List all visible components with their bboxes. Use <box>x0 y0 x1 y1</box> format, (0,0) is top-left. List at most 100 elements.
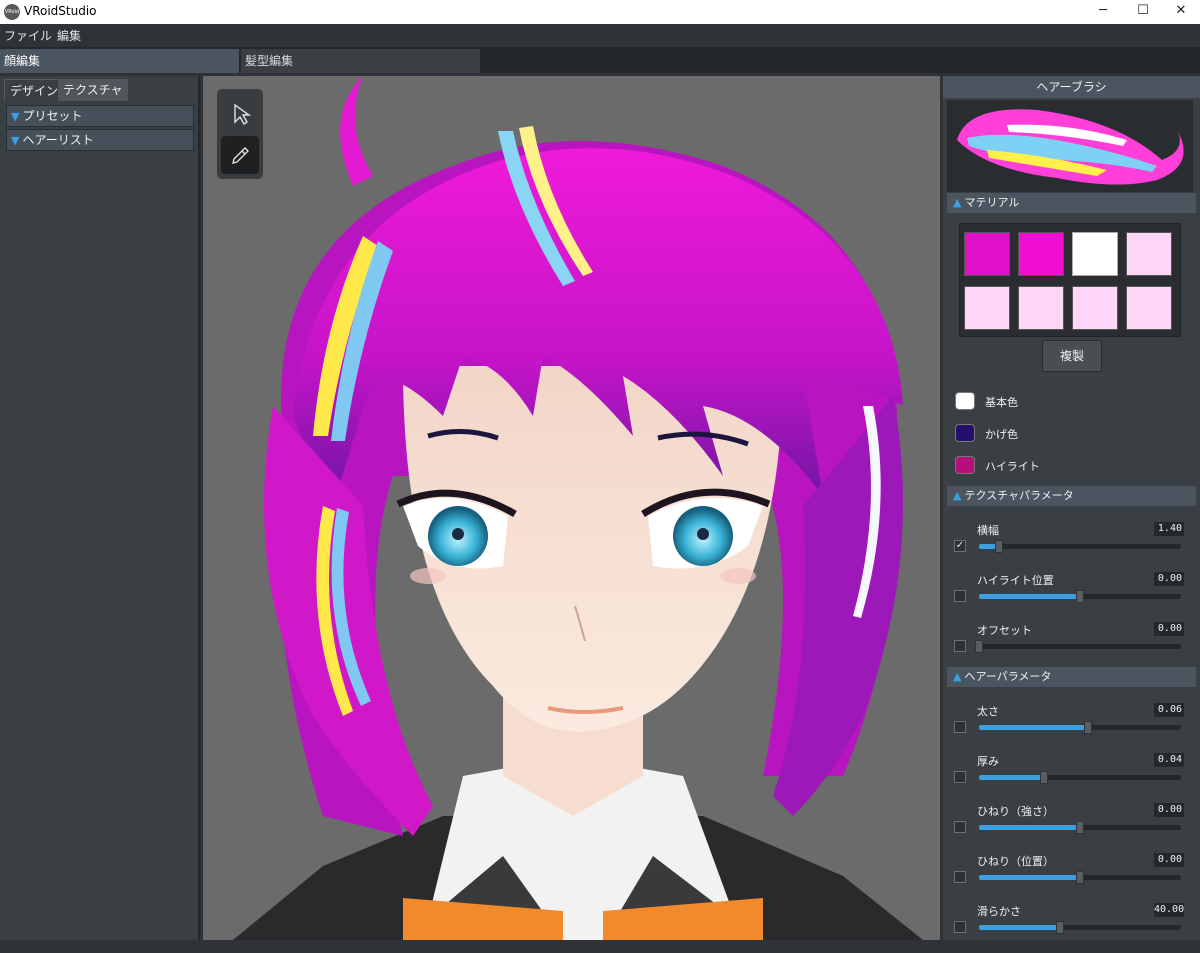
param-slider-fill <box>979 594 1080 599</box>
param-checkbox[interactable] <box>954 721 966 733</box>
param-value-field[interactable]: 1.40 <box>1154 522 1184 536</box>
param-checkbox[interactable] <box>954 771 966 783</box>
left-panel: デザイン テクスチャ ▼ プリセット ▼ ヘアーリスト <box>0 76 200 940</box>
section-presets[interactable]: ▼ プリセット <box>6 105 194 127</box>
section-texture-params-label: テクスチャパラメータ <box>964 489 1074 502</box>
param-value-field[interactable]: 0.00 <box>1154 572 1184 586</box>
hair-brush-header: ヘアーブラシ <box>943 76 1200 98</box>
param-value-field[interactable]: 0.00 <box>1154 853 1184 867</box>
window-title: VRoidStudio <box>24 4 97 18</box>
section-presets-label: プリセット <box>22 109 83 123</box>
mode-tab-bar: 顔編集 髪型編集 <box>0 47 1200 73</box>
tab-design[interactable]: デザイン <box>4 79 65 101</box>
param-slider-handle[interactable] <box>1055 921 1064 934</box>
param-slider[interactable] <box>979 871 1181 884</box>
material-swatch-4[interactable] <box>1126 232 1172 276</box>
material-swatch-3[interactable] <box>1072 232 1118 276</box>
section-texture-params[interactable]: ▲ テクスチャパラメータ <box>947 486 1196 506</box>
param-label: ハイライト位置 <box>977 574 1054 587</box>
param-checkbox[interactable] <box>954 821 966 833</box>
param-checkbox[interactable] <box>954 921 966 933</box>
hair-brush-thumbnail <box>957 109 1184 185</box>
shade-color-chip[interactable] <box>955 424 975 442</box>
menu-edit[interactable]: 編集 <box>57 27 81 44</box>
menu-bar: ファイル 編集 <box>0 24 1200 46</box>
app-icon: VRoid <box>4 4 20 20</box>
section-hair-list[interactable]: ▼ ヘアーリスト <box>6 129 194 151</box>
texture-param-row: ✓ 横幅 1.40 <box>943 522 1200 572</box>
param-slider-handle[interactable] <box>1076 871 1084 884</box>
pencil-icon <box>232 147 249 164</box>
material-swatch-5[interactable] <box>964 286 1010 330</box>
param-slider-handle[interactable] <box>1084 721 1093 734</box>
param-slider[interactable] <box>979 540 1181 553</box>
param-slider-fill <box>979 775 1044 780</box>
material-swatch-grid <box>959 223 1181 337</box>
3d-viewport[interactable] <box>203 76 940 940</box>
param-slider-handle[interactable] <box>975 640 983 653</box>
param-slider-handle[interactable] <box>995 540 1004 553</box>
menu-file[interactable]: ファイル <box>4 27 52 44</box>
duplicate-material-button[interactable]: 複製 <box>1042 340 1102 372</box>
param-label: 滑らかさ <box>977 905 1021 918</box>
highlight-color-label: ハイライト <box>985 460 1040 473</box>
section-material-label: マテリアル <box>964 196 1020 209</box>
brush-tool-button[interactable] <box>221 136 259 174</box>
param-label: 横幅 <box>977 524 999 537</box>
base-color-chip[interactable] <box>955 392 975 410</box>
param-slider[interactable] <box>979 771 1181 784</box>
cursor-arrow-icon <box>234 103 252 125</box>
param-value-field[interactable]: 0.06 <box>1154 703 1184 717</box>
tool-palette <box>217 89 263 179</box>
param-slider[interactable] <box>975 640 1181 653</box>
tab-hair-edit[interactable]: 髪型編集 <box>241 49 480 73</box>
param-value-field[interactable]: 0.00 <box>1154 803 1184 817</box>
collapse-triangle-icon: ▲ <box>953 670 962 683</box>
param-slider[interactable] <box>979 921 1181 934</box>
title-bar: VRoid VRoidStudio ─ ☐ ✕ <box>0 0 1200 24</box>
param-checkbox[interactable] <box>954 640 966 652</box>
material-swatch-1[interactable] <box>964 232 1010 276</box>
hair-param-row: ひねり（位置） 0.00 <box>943 853 1200 903</box>
material-swatch-2[interactable] <box>1018 232 1064 276</box>
param-label: 厚み <box>977 755 999 768</box>
section-hair-params-label: ヘアーパラメータ <box>964 670 1052 683</box>
expand-triangle-icon: ▼ <box>11 134 20 147</box>
material-swatch-6[interactable] <box>1018 286 1064 330</box>
hair-brush-preview[interactable] <box>947 100 1193 192</box>
section-hair-params[interactable]: ▲ ヘアーパラメータ <box>947 667 1196 687</box>
status-bar <box>0 940 1200 947</box>
highlight-color-chip[interactable] <box>955 456 975 474</box>
texture-param-row: オフセット 0.00 <box>943 622 1200 672</box>
param-checkbox[interactable]: ✓ <box>954 540 966 552</box>
param-slider-fill <box>979 725 1089 730</box>
param-checkbox[interactable] <box>954 871 966 883</box>
section-material[interactable]: ▲ マテリアル <box>947 193 1196 213</box>
param-label: ひねり（強さ） <box>977 805 1054 818</box>
param-slider-handle[interactable] <box>1039 771 1048 784</box>
collapse-triangle-icon: ▲ <box>953 489 962 502</box>
param-slider-fill <box>979 825 1080 830</box>
tab-face-edit[interactable]: 顔編集 <box>0 49 239 73</box>
material-swatch-7[interactable] <box>1072 286 1118 330</box>
texture-param-row: ハイライト位置 0.00 <box>943 572 1200 622</box>
param-value-field[interactable]: 0.00 <box>1154 622 1184 636</box>
right-panel: ヘアーブラシ ▲ マテリアル 複製 基本色 かげ色 ハイライト ▲ テクスチャパラメ… <box>943 76 1200 940</box>
param-slider-handle[interactable] <box>1076 821 1084 834</box>
param-value-field[interactable]: 0.04 <box>1154 753 1184 767</box>
param-label: オフセット <box>977 624 1032 637</box>
param-slider[interactable] <box>979 821 1181 834</box>
select-tool-button[interactable] <box>221 94 259 132</box>
param-slider[interactable] <box>979 590 1181 603</box>
material-swatch-8[interactable] <box>1126 286 1172 330</box>
tab-texture[interactable]: テクスチャ <box>58 79 128 101</box>
param-slider-handle[interactable] <box>1076 590 1084 603</box>
close-button[interactable]: ✕ <box>1158 0 1200 24</box>
param-slider[interactable] <box>979 721 1181 734</box>
param-checkbox[interactable] <box>954 590 966 602</box>
section-hair-list-label: ヘアーリスト <box>22 133 94 147</box>
shade-color-label: かげ色 <box>985 428 1018 441</box>
param-value-field[interactable]: 40.00 <box>1154 903 1184 917</box>
expand-triangle-icon: ▼ <box>11 110 20 123</box>
param-slider-fill <box>979 875 1080 880</box>
